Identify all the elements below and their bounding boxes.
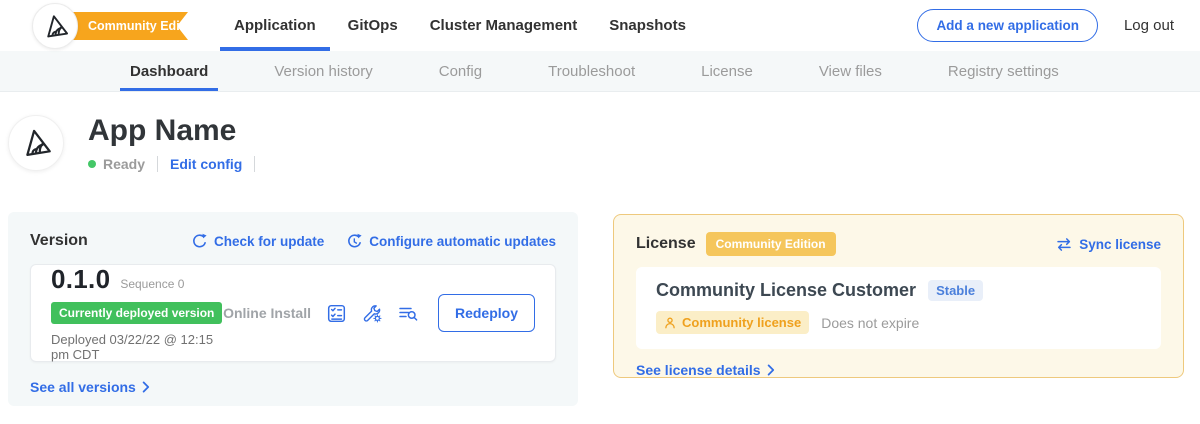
see-license-details-link[interactable]: See license details xyxy=(636,362,775,378)
version-card-actions: Check for update Configure automatic upd… xyxy=(191,233,556,250)
app-status-row: Ready Edit config xyxy=(88,156,255,172)
version-number: 0.1.0 xyxy=(51,264,110,295)
app-header: App Name Ready Edit config xyxy=(0,92,1200,172)
license-title-group: License Community Edition xyxy=(636,232,836,256)
version-card-title: Version xyxy=(30,232,88,250)
preflight-checks-icon[interactable] xyxy=(327,304,346,323)
community-license-label: Community license xyxy=(682,315,801,330)
see-all-versions-label: See all versions xyxy=(30,379,136,395)
brand-edition-label: Community Edition xyxy=(88,19,203,33)
current-version-panel: 0.1.0 Sequence 0 Currently deployed vers… xyxy=(30,264,556,362)
check-for-update-label: Check for update xyxy=(214,234,324,249)
tab-troubleshoot[interactable]: Troubleshoot xyxy=(548,51,635,91)
config-wrench-icon[interactable] xyxy=(362,304,382,323)
install-type-label: Online Install xyxy=(223,305,311,321)
current-version-info: 0.1.0 Sequence 0 Currently deployed vers… xyxy=(51,264,223,362)
configure-automatic-updates-link[interactable]: Configure automatic updates xyxy=(346,233,556,250)
community-edition-badge: Community Edition xyxy=(706,232,836,256)
check-for-update-icon xyxy=(191,233,208,250)
customer-name: Community License Customer xyxy=(656,280,916,301)
customer-row: Community License Customer Stable xyxy=(656,280,1141,301)
tab-label: Version history xyxy=(274,63,372,80)
add-new-application-button[interactable]: Add a new application xyxy=(917,9,1098,42)
tab-config[interactable]: Config xyxy=(439,51,482,91)
license-meta-row: Community license Does not expire xyxy=(656,311,1141,334)
app-status: Ready xyxy=(88,156,145,172)
nav-item-snapshots[interactable]: Snapshots xyxy=(609,0,686,51)
top-nav: Community Edition Application GitOps Clu… xyxy=(0,0,1200,51)
channel-badge: Stable xyxy=(928,280,983,301)
app-status-label: Ready xyxy=(103,156,145,172)
tab-license[interactable]: License xyxy=(701,51,753,91)
edit-config-link[interactable]: Edit config xyxy=(170,156,242,172)
chevron-right-icon xyxy=(767,364,775,376)
tab-label: License xyxy=(701,63,753,80)
configure-automatic-updates-icon xyxy=(346,233,363,250)
version-number-row: 0.1.0 Sequence 0 xyxy=(51,264,223,295)
expiration-label: Does not expire xyxy=(821,315,919,331)
nav-item-application[interactable]: Application xyxy=(234,0,316,51)
nav-item-gitops[interactable]: GitOps xyxy=(348,0,398,51)
app-logo-icon xyxy=(20,127,52,159)
divider xyxy=(254,156,255,172)
tab-label: Registry settings xyxy=(948,63,1059,80)
tab-version-history[interactable]: Version history xyxy=(274,51,372,91)
app-title-block: App Name Ready Edit config xyxy=(88,114,255,172)
sync-license-label: Sync license xyxy=(1079,237,1161,252)
app-avatar xyxy=(8,115,64,171)
license-card-header: License Community Edition Sync license xyxy=(636,232,1161,256)
current-version-actions: Online Install xyxy=(223,294,535,332)
see-all-versions-link[interactable]: See all versions xyxy=(30,379,150,395)
tab-label: Config xyxy=(439,63,482,80)
person-icon xyxy=(664,317,676,329)
top-nav-items: Application GitOps Cluster Management Sn… xyxy=(234,0,686,51)
tab-label: Dashboard xyxy=(130,63,208,80)
sequence-label: Sequence 0 xyxy=(120,277,184,291)
nav-item-label: Application xyxy=(234,17,316,34)
divider xyxy=(157,156,158,172)
chevron-right-icon xyxy=(142,381,150,393)
nav-item-cluster-management[interactable]: Cluster Management xyxy=(430,0,578,51)
kots-admin-console: Community Edition Application GitOps Clu… xyxy=(0,0,1200,424)
tab-view-files[interactable]: View files xyxy=(819,51,882,91)
license-details-panel: Community License Customer Stable Commun… xyxy=(636,267,1161,349)
community-license-badge: Community license xyxy=(656,311,809,334)
configure-automatic-updates-label: Configure automatic updates xyxy=(369,234,556,249)
currently-deployed-badge: Currently deployed version xyxy=(51,302,222,324)
see-license-details-label: See license details xyxy=(636,362,761,378)
deployed-timestamp: Deployed 03/22/22 @ 12:15 pm CDT xyxy=(51,332,223,362)
check-for-update-link[interactable]: Check for update xyxy=(191,233,324,250)
license-card-title: License xyxy=(636,235,696,253)
tab-dashboard[interactable]: Dashboard xyxy=(130,51,208,91)
see-all-versions-row: See all versions xyxy=(30,379,556,395)
version-card: Version Check for update Configure au xyxy=(8,212,578,406)
tab-registry-settings[interactable]: Registry settings xyxy=(948,51,1059,91)
top-nav-right: Add a new application Log out xyxy=(917,0,1200,51)
sync-license-link[interactable]: Sync license xyxy=(1055,237,1161,252)
nav-item-label: Cluster Management xyxy=(430,17,578,34)
app-name-title: App Name xyxy=(88,114,255,147)
license-card: License Community Edition Sync license C… xyxy=(613,214,1184,378)
view-diff-icon[interactable] xyxy=(398,305,418,322)
brand-logo-circle[interactable] xyxy=(32,3,78,49)
replicated-logo-icon xyxy=(42,13,69,40)
tab-label: View files xyxy=(819,63,882,80)
version-card-header: Version Check for update Configure au xyxy=(30,232,556,250)
ready-status-dot-icon xyxy=(88,160,96,168)
nav-item-label: Snapshots xyxy=(609,17,686,34)
tab-label: Troubleshoot xyxy=(548,63,635,80)
nav-item-label: GitOps xyxy=(348,17,398,34)
see-license-details-row: See license details xyxy=(636,362,1161,378)
redeploy-button[interactable]: Redeploy xyxy=(438,294,535,332)
logout-button[interactable]: Log out xyxy=(1124,17,1174,34)
sync-license-icon xyxy=(1055,237,1073,252)
app-sub-nav: Dashboard Version history Config Trouble… xyxy=(0,51,1200,92)
brand: Community Edition xyxy=(0,0,200,51)
